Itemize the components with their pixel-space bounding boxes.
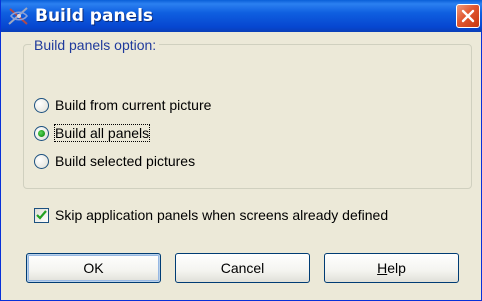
- radio-selected-dot: [38, 129, 45, 137]
- close-icon: [461, 9, 475, 23]
- checkbox[interactable]: [34, 207, 49, 223]
- build-panels-dialog: Build panels Build panels option: Build …: [0, 0, 482, 301]
- radio-label: Build from current picture: [55, 97, 212, 113]
- ok-button-label: OK: [83, 260, 104, 276]
- help-mnemonic: H: [377, 260, 388, 276]
- ok-button[interactable]: OK: [26, 253, 161, 283]
- cancel-button-label: Cancel: [220, 260, 265, 276]
- radio-build-all-panels[interactable]: Build all panels: [34, 124, 151, 142]
- help-label-rest: elp: [387, 260, 406, 276]
- cancel-button[interactable]: Cancel: [175, 253, 310, 283]
- group-title: Build panels option:: [31, 36, 160, 54]
- radio-button[interactable]: [34, 97, 49, 113]
- checkmark-icon: [36, 209, 47, 220]
- radio-build-from-current-picture[interactable]: Build from current picture: [34, 96, 211, 114]
- checkbox-label: Skip application panels when screens alr…: [55, 207, 389, 223]
- help-button-label: Help: [377, 260, 406, 276]
- radio-button[interactable]: [34, 153, 49, 169]
- radio-label: Build selected pictures: [55, 153, 196, 169]
- radio-label: Build all panels: [53, 124, 151, 142]
- window-title: Build panels: [35, 6, 154, 26]
- help-button[interactable]: Help: [324, 253, 459, 283]
- radio-button-selected[interactable]: [34, 125, 49, 141]
- close-button[interactable]: [456, 4, 480, 28]
- title-bar[interactable]: Build panels: [1, 0, 482, 32]
- skip-application-panels-checkbox[interactable]: Skip application panels when screens alr…: [34, 206, 388, 224]
- app-icon: [7, 5, 31, 27]
- radio-build-selected-pictures[interactable]: Build selected pictures: [34, 152, 195, 170]
